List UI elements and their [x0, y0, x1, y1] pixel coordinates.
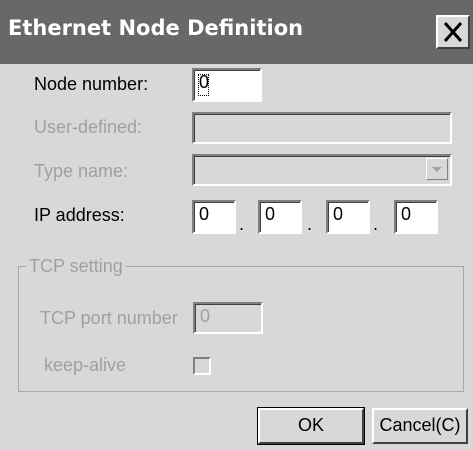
user-defined-input[interactable]: [192, 112, 452, 144]
ok-button-label: OK: [297, 415, 324, 435]
ok-button[interactable]: OK: [257, 407, 365, 445]
ip-octet-1-input[interactable]: 0: [192, 200, 236, 234]
window-title: Ethernet Node Definition: [8, 16, 304, 40]
chevron-down-icon: [432, 167, 442, 172]
type-name-label: Type name:: [34, 161, 129, 181]
ip-separator: .: [307, 214, 313, 234]
cancel-button[interactable]: Cancel(C): [372, 408, 468, 444]
keepalive-label: keep-alive: [44, 355, 127, 375]
close-icon: [443, 22, 463, 42]
ip-separator: .: [239, 214, 245, 234]
ip-separator: .: [373, 214, 379, 234]
tcp-setting-title: TCP setting: [26, 256, 126, 277]
node-number-label: Node number:: [34, 74, 149, 94]
close-button[interactable]: [436, 15, 470, 49]
cancel-button-label: Cancel(C): [379, 415, 461, 435]
node-number-value: 0: [199, 72, 210, 92]
ip-address-label: IP address:: [34, 205, 125, 225]
tcp-port-label: TCP port number: [40, 308, 178, 328]
type-name-select[interactable]: [192, 154, 452, 186]
ip-octet-3-value: 0: [333, 204, 344, 224]
ethernet-node-dialog: Ethernet Node Definition Node number: 0 …: [0, 0, 473, 450]
keepalive-checkbox[interactable]: [193, 357, 211, 375]
ip-octet-4-value: 0: [401, 204, 412, 224]
ip-octet-2-value: 0: [265, 204, 276, 224]
title-bar[interactable]: Ethernet Node Definition: [0, 0, 473, 64]
tcp-port-value: 0: [200, 306, 211, 326]
ip-octet-3-input[interactable]: 0: [326, 200, 370, 234]
ip-octet-4-input[interactable]: 0: [394, 200, 438, 234]
user-defined-label: User-defined:: [34, 117, 143, 137]
type-name-dropdown-button[interactable]: [426, 158, 448, 180]
ip-octet-1-value: 0: [199, 204, 210, 224]
node-number-input[interactable]: 0: [192, 68, 262, 102]
ip-octet-2-input[interactable]: 0: [258, 200, 302, 234]
tcp-port-input[interactable]: 0: [193, 302, 263, 334]
